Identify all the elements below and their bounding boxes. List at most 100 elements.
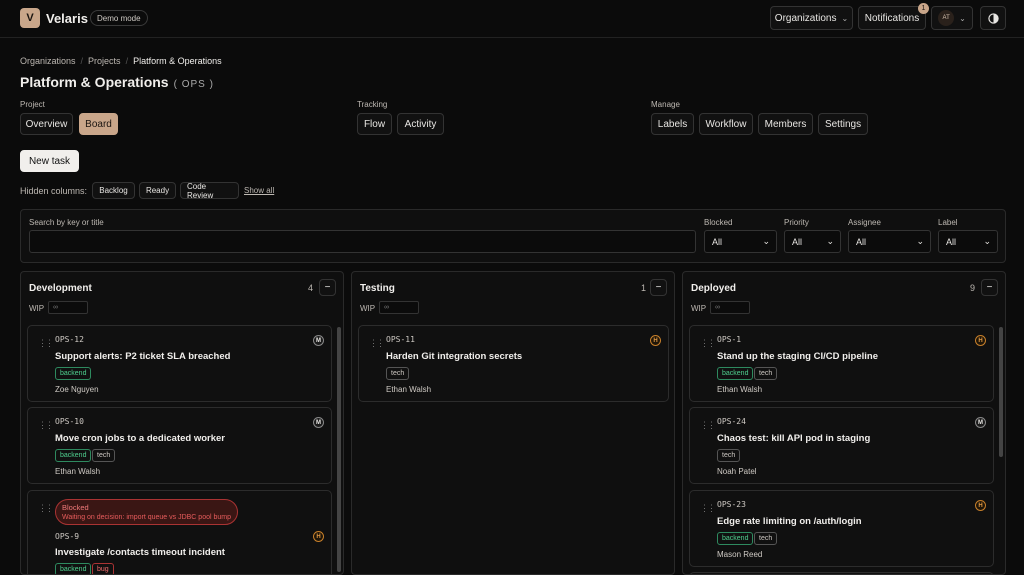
hidden-column-backlog[interactable]: Backlog [92,182,135,199]
task-assignee: Zoe Nguyen [55,385,99,394]
task-title[interactable]: Support alerts: P2 ticket SLA breached [55,351,230,362]
task-key: OPS-24 [717,417,746,426]
column-title: Testing [360,283,395,294]
drag-handle-icon[interactable]: ⋮⋮ [700,503,716,514]
collapse-column-button[interactable]: − [981,279,998,296]
tab-activity[interactable]: Activity [397,113,444,135]
board-column-development: Development 4 − WIP ⋮⋮ OPS-12 M Support … [20,271,344,575]
tag-backend: backend [717,367,754,380]
notifications-count-badge: 1 [918,3,929,14]
breadcrumb: Organizations / Projects / Platform & Operat… [20,56,222,66]
label-filter-value: All [946,236,957,247]
drag-handle-icon[interactable]: ⋮⋮ [700,420,716,431]
new-task-button[interactable]: New task [20,150,79,172]
blocked-filter-label: Blocked [704,218,733,227]
task-title[interactable]: Chaos test: kill API pod in staging [717,433,870,444]
task-key: OPS-1 [717,335,742,344]
project-code: ( OPS ) [173,79,214,90]
hidden-column-code-review[interactable]: Code Review [180,182,239,200]
chevron-down-icon: ⌄ [959,13,966,23]
task-card[interactable]: ⋮⋮ OPS-24 M Chaos test: kill API pod in … [689,407,994,484]
task-key: OPS-10 [55,417,84,426]
breadcrumb-separator: / [80,56,84,66]
search-label: Search by key or title [29,218,104,227]
project-nav-label: Project [20,100,45,109]
user-menu-button[interactable]: AT ⌄ [931,6,973,30]
column-scrollbar[interactable] [337,327,341,572]
app-logo[interactable]: V [20,8,40,28]
tab-board[interactable]: Board [79,113,118,135]
priority-badge: M [313,417,324,428]
tab-members[interactable]: Members [758,113,813,135]
breadcrumb-organizations[interactable]: Organizations [20,56,76,66]
tag-backend: backend [55,563,92,574]
column-scrollbar[interactable] [999,327,1003,457]
blocked-filter-select[interactable]: All ⌄ [704,230,777,253]
collapse-column-button[interactable]: − [650,279,667,296]
board-column-deployed: Deployed 9 − WIP ⋮⋮ OPS-1 H Stand up the… [682,271,1006,575]
drag-handle-icon[interactable]: ⋮⋮ [369,338,385,349]
task-key: OPS-12 [55,335,84,344]
drag-handle-icon[interactable]: ⋮⋮ [38,420,54,431]
task-card[interactable]: ⋮⋮ OPS-1 H Stand up the staging CI/CD pi… [689,325,994,402]
show-all-link[interactable]: Show all [244,186,274,195]
task-title[interactable]: Edge rate limiting on /auth/login [717,516,862,527]
task-card[interactable]: ⋮⋮ Blocked Waiting on decision: import q… [27,490,332,574]
priority-badge: H [975,500,986,511]
task-assignee: Ethan Walsh [717,385,763,394]
drag-handle-icon[interactable]: ⋮⋮ [700,338,716,349]
tag-bug: bug [92,563,114,574]
tab-labels[interactable]: Labels [651,113,694,135]
task-title[interactable]: Harden Git integration secrets [386,351,522,362]
tab-settings[interactable]: Settings [818,113,868,135]
priority-badge: H [650,335,661,346]
assignee-filter-value: All [856,236,867,247]
tab-flow[interactable]: Flow [357,113,392,135]
breadcrumb-separator: / [125,56,129,66]
collapse-column-button[interactable]: − [319,279,336,296]
wip-label: WIP [29,304,45,313]
tab-workflow[interactable]: Workflow [699,113,753,135]
blocked-label: Blocked [62,503,89,512]
wip-limit-input[interactable] [710,301,750,314]
chevron-down-icon: ⌄ [916,236,924,246]
wip-limit-input[interactable] [48,301,88,314]
label-filter-select[interactable]: All ⌄ [938,230,998,253]
task-card[interactable]: ⋮⋮ OPS-10 M Move cron jobs to a dedicate… [27,407,332,484]
drag-handle-icon[interactable]: ⋮⋮ [38,338,54,349]
column-title: Deployed [691,283,737,294]
wip-label: WIP [360,304,376,313]
demo-mode-badge: Demo mode [90,10,148,26]
hidden-column-ready[interactable]: Ready [139,182,176,199]
task-title[interactable]: Stand up the staging CI/CD pipeline [717,351,878,362]
blocked-banner: Blocked Waiting on decision: import queu… [55,499,238,525]
board-column-testing: Testing 1 − WIP ⋮⋮ OPS-11 H Harden Git i… [351,271,675,575]
assignee-filter-label: Assignee [848,218,881,227]
task-key: OPS-23 [717,500,746,509]
task-card[interactable]: ⋮⋮ OPS-12 M Support alerts: P2 ticket SL… [27,325,332,402]
priority-badge: H [313,531,324,542]
tag-tech: tech [386,367,410,380]
task-title[interactable]: Investigate /contacts timeout incident [55,547,225,558]
tab-overview[interactable]: Overview [20,113,73,135]
task-title[interactable]: Move cron jobs to a dedicated worker [55,433,225,444]
task-key: OPS-9 [55,532,80,541]
task-card[interactable]: ⋮⋮ OPS-23 H Edge rate limiting on /auth/… [689,490,994,567]
task-card[interactable]: ⋮⋮ OPS-11 H Harden Git integration secre… [358,325,669,402]
task-assignee: Mason Reed [717,550,763,559]
breadcrumb-projects[interactable]: Projects [88,56,121,66]
task-assignee: Noah Patel [717,467,757,476]
hidden-columns-label: Hidden columns: [20,186,88,196]
organizations-menu-button[interactable]: Organizations ⌄ [770,6,853,30]
wip-limit-input[interactable] [379,301,419,314]
chevron-down-icon: ⌄ [983,236,991,246]
priority-filter-label: Priority [784,218,809,227]
notifications-button[interactable]: Notifications [858,6,926,30]
wip-label: WIP [691,304,707,313]
theme-toggle-button[interactable] [980,6,1006,30]
priority-filter-select[interactable]: All ⌄ [784,230,841,253]
drag-handle-icon[interactable]: ⋮⋮ [38,503,54,514]
assignee-filter-select[interactable]: All ⌄ [848,230,931,253]
brand-name[interactable]: Velaris [46,11,88,26]
search-input[interactable] [29,230,696,253]
